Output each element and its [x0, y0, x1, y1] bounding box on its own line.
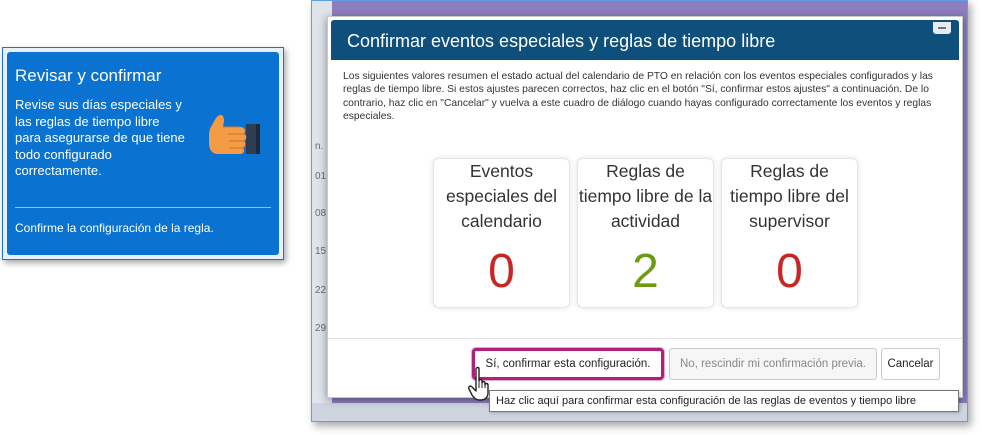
stat-card-special-events: Eventos especiales del calendario 0: [433, 158, 570, 308]
dialog-footer-separator: [328, 338, 962, 339]
row-number: 22: [315, 285, 327, 296]
stat-value: 2: [632, 245, 659, 298]
dialog-header: Confirmar eventos especiales y reglas de…: [331, 20, 959, 60]
dialog-title: Confirmar eventos especiales y reglas de…: [347, 31, 776, 51]
cancel-button[interactable]: Cancelar: [881, 348, 940, 380]
stat-label: Eventos especiales del calendario: [446, 161, 557, 231]
rescind-button[interactable]: No, rescindir mi confirmación previa.: [669, 348, 877, 380]
tip-title: Revisar y confirmar: [15, 66, 162, 85]
stat-card-activity-rules: Reglas de tiempo libre de la actividad 2: [577, 158, 714, 308]
row-number: 01: [315, 171, 327, 182]
tip-body: Revise sus días especiales y las reglas …: [15, 97, 185, 178]
row-number: 08: [315, 208, 327, 219]
dialog-description: Los siguientes valores resumen el estado…: [343, 71, 933, 123]
tip-separator: [15, 207, 271, 208]
stat-label: Reglas de tiempo libre de la actividad: [578, 161, 713, 231]
tip-card: Revisar y confirmar Revise sus días espe…: [2, 47, 284, 260]
stat-value: 0: [776, 245, 803, 298]
app-screenshot: n. 01 08 15 22 29 Confirmar eventos espe…: [311, 0, 968, 422]
row-number: 15: [315, 246, 327, 257]
tip-footer: Confirme la configuración de la regla.: [15, 221, 214, 235]
row-number: n.: [315, 141, 324, 152]
confirm-button[interactable]: Sí, confirmar esta configuración.: [472, 348, 664, 380]
confirm-tooltip: Haz clic aquí para confirmar esta config…: [489, 390, 959, 412]
stat-label: Reglas de tiempo libre del supervisor: [730, 161, 849, 231]
confirm-dialog: Confirmar eventos especiales y reglas de…: [327, 16, 963, 398]
close-icon[interactable]: [933, 22, 951, 34]
stat-card-supervisor-rules: Reglas de tiempo libre del supervisor 0: [721, 158, 858, 308]
stat-value: 0: [488, 245, 515, 298]
row-number: 29: [315, 323, 327, 334]
thumbs-up-icon: [209, 114, 260, 154]
tip-card-panel: Revisar y confirmar Revise sus días espe…: [7, 52, 279, 255]
